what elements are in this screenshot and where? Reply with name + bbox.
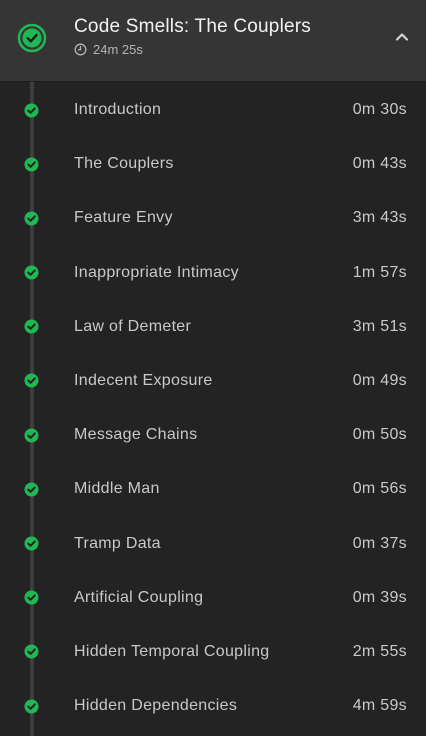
collapse-toggle-button[interactable] (388, 26, 416, 50)
clip-item-tramp-data[interactable]: Tramp Data 0m 37s (0, 516, 426, 570)
check-icon (24, 157, 39, 172)
module-duration-text: 24m 25s (93, 42, 143, 57)
clip-duration: 3m 43s (352, 209, 407, 227)
clip-item-feature-envy[interactable]: Feature Envy 3m 43s (0, 190, 426, 244)
clip-duration: 0m 50s (352, 426, 407, 444)
check-icon (24, 211, 39, 226)
course-module-panel: Code Smells: The Couplers 24m 25s Introd… (0, 0, 426, 736)
clip-item-introduction[interactable]: Introduction 0m 30s (0, 82, 426, 136)
clip-title: Feature Envy (74, 209, 173, 227)
clip-item-hidden-temporal-coupling[interactable]: Hidden Temporal Coupling 2m 55s (0, 624, 426, 678)
clip-item-message-chains[interactable]: Message Chains 0m 50s (0, 407, 426, 461)
clip-title: Introduction (74, 101, 162, 118)
clip-list: Introduction 0m 30s The Couplers 0m 43s … (0, 82, 426, 732)
clip-duration: 0m 30s (352, 101, 407, 118)
clip-title: Artificial Coupling (74, 588, 204, 606)
clip-duration: 0m 39s (352, 588, 407, 606)
clip-title: Law of Demeter (74, 317, 192, 335)
clip-duration: 2m 55s (352, 642, 407, 660)
module-header[interactable]: Code Smells: The Couplers 24m 25s (0, 0, 426, 82)
clip-item-law-of-demeter[interactable]: Law of Demeter 3m 51s (0, 299, 426, 353)
check-icon (24, 265, 39, 280)
module-duration: 24m 25s (74, 42, 143, 57)
clip-duration: 3m 51s (352, 317, 407, 335)
clip-title: Indecent Exposure (74, 371, 213, 389)
clip-title: Tramp Data (74, 534, 161, 552)
module-title: Code Smells: The Couplers (74, 16, 311, 37)
check-icon (24, 644, 39, 659)
clip-title: Hidden Temporal Coupling (74, 642, 270, 660)
clip-title: Message Chains (74, 426, 198, 444)
check-icon (24, 103, 39, 118)
clip-duration: 0m 43s (352, 155, 407, 173)
clip-title: Inappropriate Intimacy (74, 263, 239, 281)
check-icon (24, 373, 39, 388)
check-icon (24, 699, 39, 714)
clip-duration: 4m 59s (352, 697, 407, 715)
clip-title: The Couplers (74, 155, 174, 173)
clip-item-the-couplers[interactable]: The Couplers 0m 43s (0, 136, 426, 190)
clock-icon (74, 43, 87, 56)
check-circle-icon (17, 23, 47, 53)
clip-duration: 0m 37s (352, 534, 407, 552)
chevron-up-icon (395, 29, 409, 47)
check-icon (24, 482, 39, 497)
clip-duration: 0m 56s (352, 480, 407, 498)
clip-duration: 1m 57s (352, 263, 407, 281)
clip-title: Middle Man (74, 480, 160, 498)
check-icon (24, 536, 39, 551)
clip-item-middle-man[interactable]: Middle Man 0m 56s (0, 461, 426, 515)
clip-item-inappropriate-intimacy[interactable]: Inappropriate Intimacy 1m 57s (0, 245, 426, 299)
clip-duration: 0m 49s (352, 371, 407, 389)
clip-title: Hidden Dependencies (74, 697, 238, 715)
check-icon (24, 590, 39, 605)
clip-item-hidden-dependencies[interactable]: Hidden Dependencies 4m 59s (0, 678, 426, 732)
check-icon (24, 428, 39, 443)
clip-item-artificial-coupling[interactable]: Artificial Coupling 0m 39s (0, 570, 426, 624)
check-icon (24, 319, 39, 334)
clip-item-indecent-exposure[interactable]: Indecent Exposure 0m 49s (0, 353, 426, 407)
